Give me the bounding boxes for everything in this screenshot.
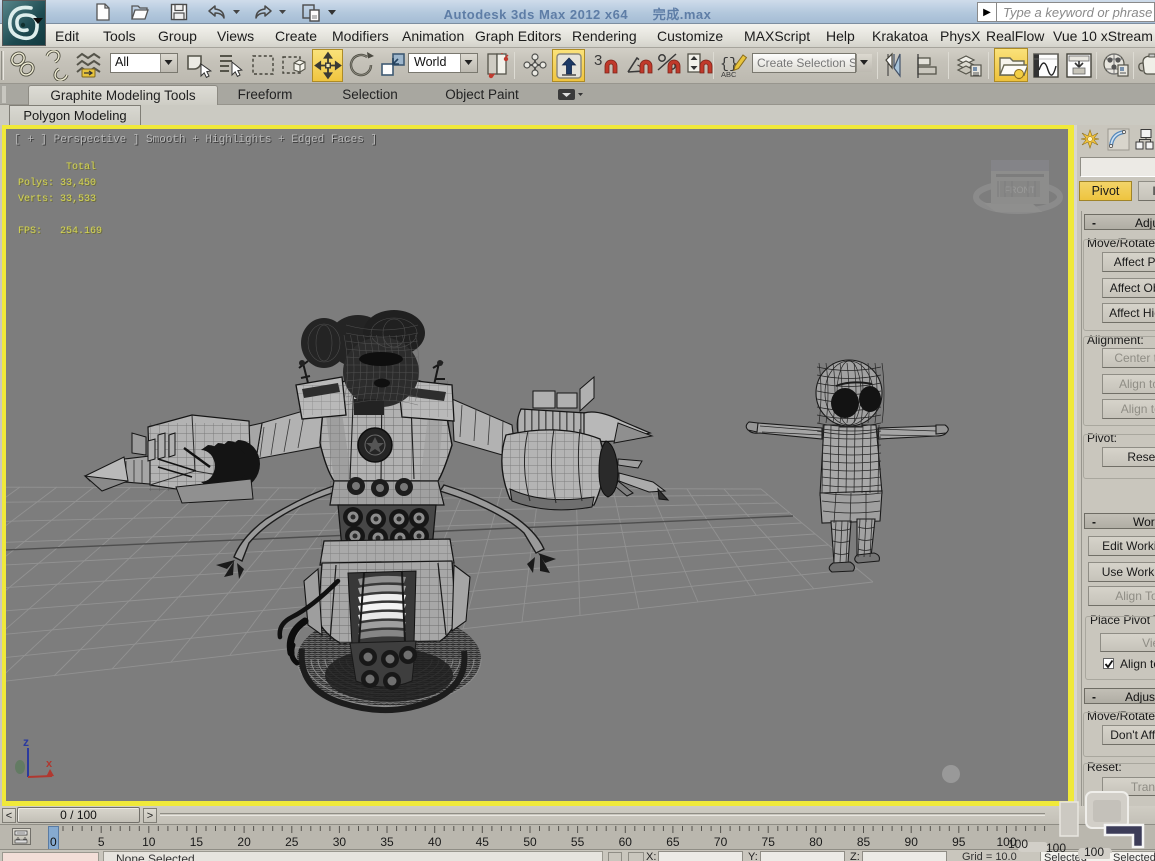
svg-text:20: 20 <box>237 835 251 849</box>
svg-text:50: 50 <box>523 835 537 849</box>
svg-text:15: 15 <box>190 835 204 849</box>
svg-text:10: 10 <box>142 835 156 849</box>
svg-text:3: 3 <box>594 52 602 69</box>
svg-text:75: 75 <box>762 835 776 849</box>
svg-text:25: 25 <box>285 835 299 849</box>
svg-text:x: x <box>46 758 53 770</box>
svg-text:100: 100 <box>996 835 1016 849</box>
svg-text:60: 60 <box>619 835 633 849</box>
svg-text:35: 35 <box>380 835 394 849</box>
svg-text:70: 70 <box>714 835 728 849</box>
svg-text:65: 65 <box>666 835 680 849</box>
svg-text:ABC: ABC <box>721 70 737 79</box>
svg-text:40: 40 <box>428 835 442 849</box>
svg-text:90: 90 <box>905 835 919 849</box>
svg-text:45: 45 <box>476 835 490 849</box>
svg-text:55: 55 <box>571 835 585 849</box>
svg-text:5: 5 <box>98 835 105 849</box>
svg-text:95: 95 <box>952 835 966 849</box>
svg-text:z: z <box>23 735 29 749</box>
svg-text:30: 30 <box>333 835 347 849</box>
svg-text:80: 80 <box>809 835 823 849</box>
svg-text:FRONT: FRONT <box>1005 185 1036 195</box>
svg-text:85: 85 <box>857 835 871 849</box>
